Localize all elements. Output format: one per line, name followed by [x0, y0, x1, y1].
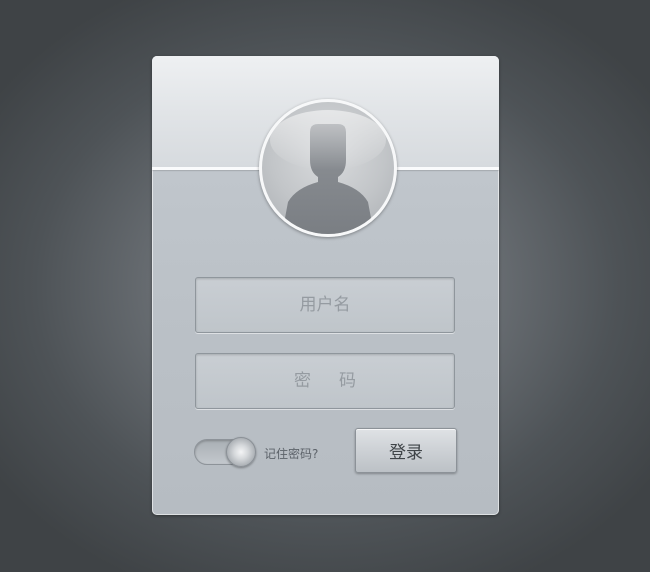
- password-input[interactable]: [196, 354, 454, 408]
- password-field[interactable]: [195, 353, 455, 409]
- avatar: [259, 99, 397, 237]
- username-input[interactable]: [196, 278, 454, 332]
- toggle-knob[interactable]: [226, 437, 256, 467]
- login-button[interactable]: 登录: [355, 428, 457, 473]
- user-silhouette-icon: [270, 110, 386, 234]
- username-field[interactable]: [195, 277, 455, 333]
- remember-label: 记住密码?: [264, 447, 319, 461]
- remember-toggle[interactable]: [194, 437, 256, 467]
